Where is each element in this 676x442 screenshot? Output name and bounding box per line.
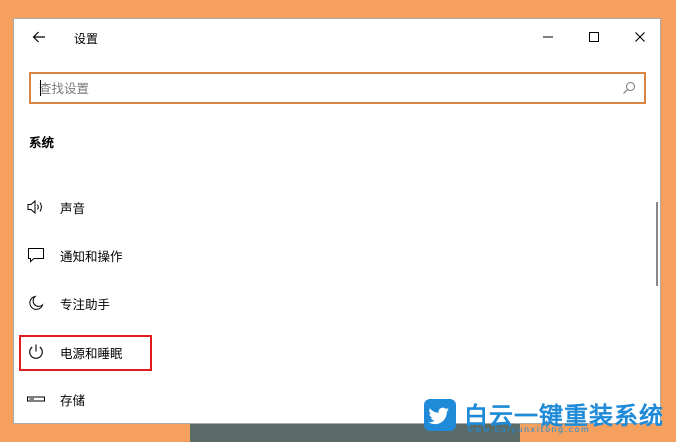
- speaker-icon: [24, 197, 48, 217]
- back-button[interactable]: [26, 25, 52, 49]
- storage-icon: [24, 389, 48, 409]
- nav-item-storage[interactable]: 存储: [24, 385, 254, 413]
- nav-item-sound[interactable]: 声音: [24, 193, 254, 221]
- nav-item-focus-assist[interactable]: 专注助手: [24, 289, 254, 317]
- watermark: 白云一键重装系统 www.baiyunxitong.com: [424, 396, 669, 438]
- search-icon[interactable]: [622, 81, 636, 95]
- close-icon: [635, 32, 645, 42]
- scrollbar[interactable]: [656, 202, 658, 286]
- minimize-button[interactable]: [533, 25, 563, 49]
- maximize-button[interactable]: [579, 25, 609, 49]
- search-input[interactable]: [39, 74, 619, 102]
- nav-item-label: 通知和操作: [60, 248, 123, 264]
- moon-icon: [24, 293, 48, 313]
- watermark-url: www.baiyunxitong.com: [467, 425, 591, 434]
- maximize-icon: [589, 32, 599, 42]
- minimize-icon: [543, 36, 553, 38]
- highlight-box: [19, 335, 152, 371]
- nav-item-notifications[interactable]: 通知和操作: [24, 241, 254, 269]
- window-title: 设置: [74, 32, 99, 46]
- text-caret: [40, 80, 41, 96]
- nav-item-label: 专注助手: [60, 296, 111, 312]
- message-icon: [24, 245, 48, 265]
- arrow-left-icon: [32, 31, 45, 43]
- nav-item-label: 存储: [60, 392, 86, 408]
- search-box[interactable]: [29, 72, 646, 104]
- bird-logo-icon: [424, 399, 456, 431]
- nav-item-label: 声音: [60, 200, 86, 216]
- settings-window: 设置 系统 声音: [13, 18, 661, 424]
- section-title: 系统: [29, 135, 55, 150]
- close-button[interactable]: [625, 25, 655, 49]
